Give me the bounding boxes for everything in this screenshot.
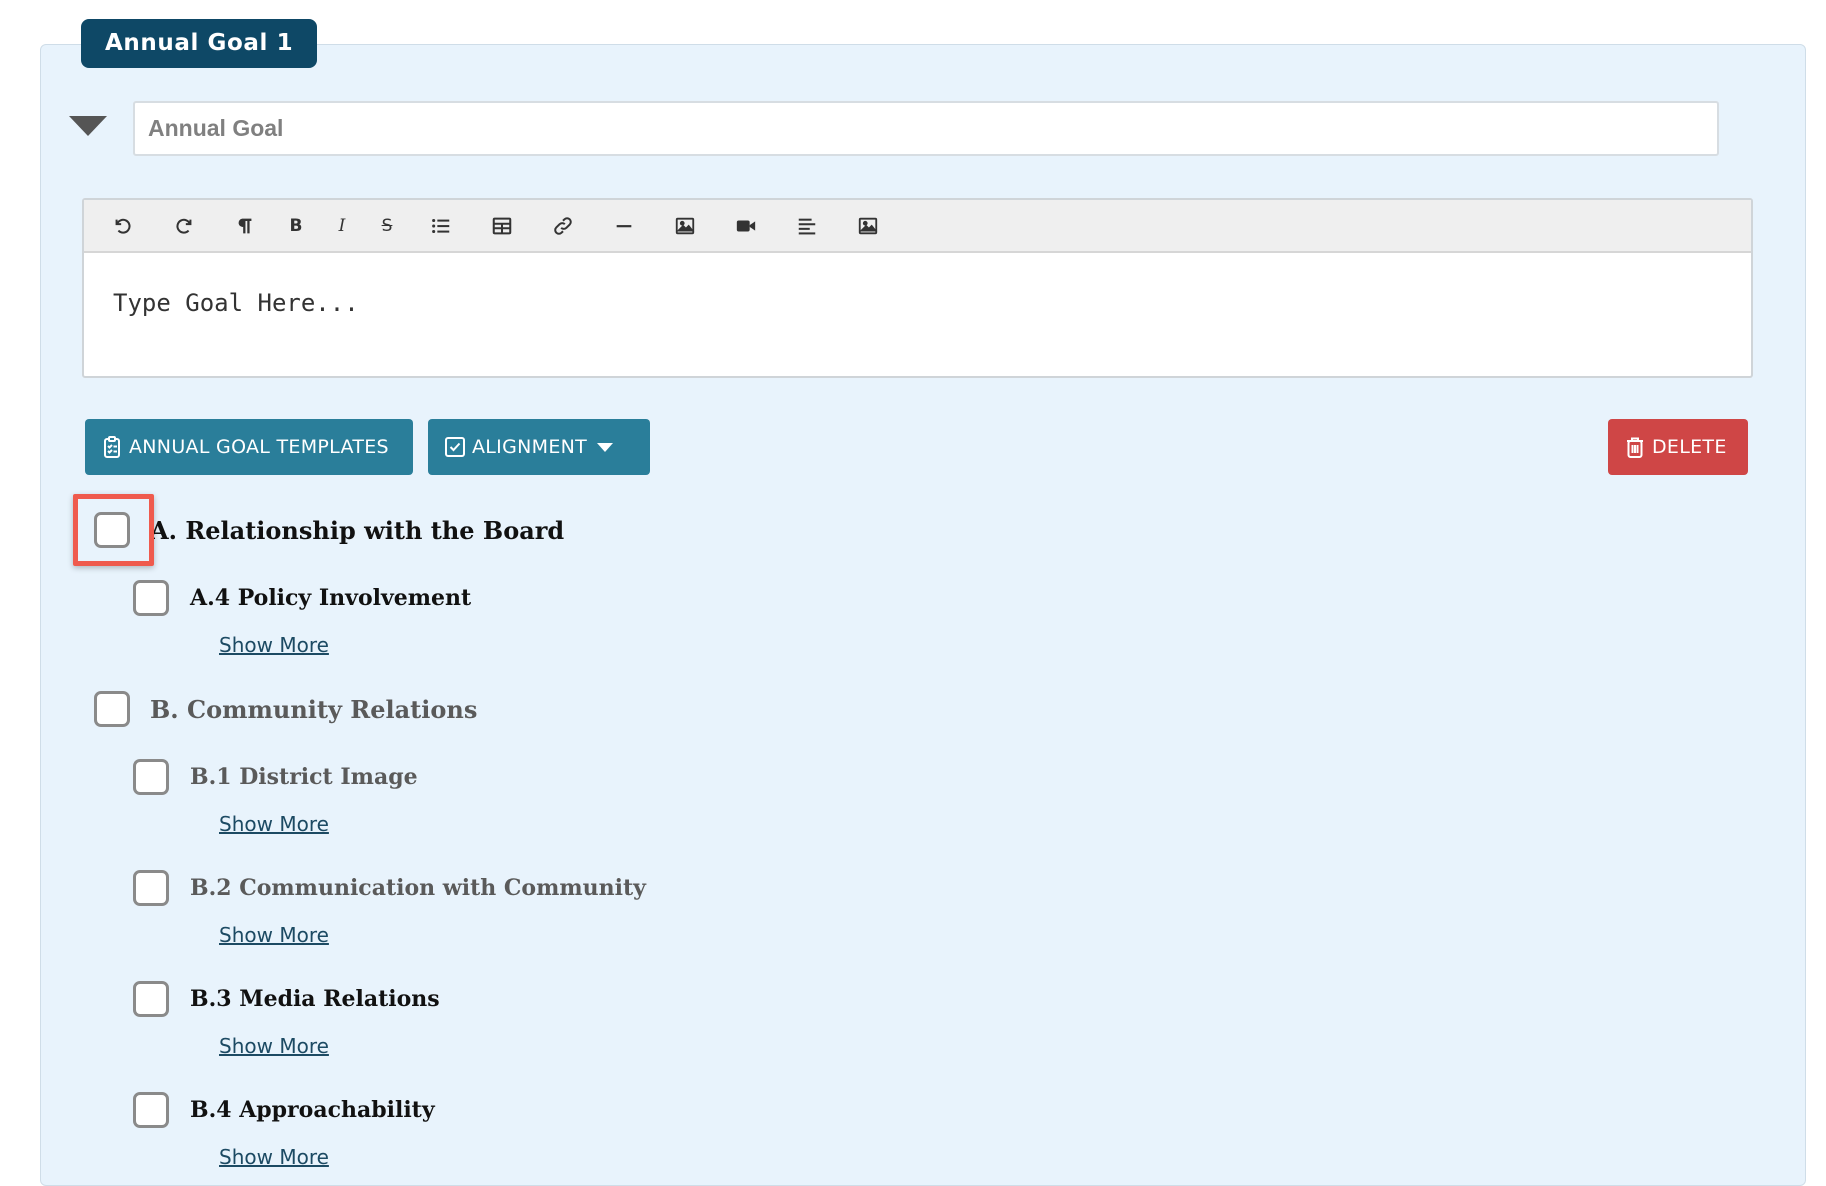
strikethrough-icon[interactable]: S <box>370 209 404 243</box>
trash-icon <box>1627 437 1643 458</box>
alignment-item-label: B.3 Media Relations <box>190 986 440 1012</box>
alignment-item-label: A. Relationship with the Board <box>150 515 565 545</box>
table-icon[interactable] <box>485 209 519 243</box>
alignment-checkbox[interactable] <box>94 512 130 548</box>
alignment-item-b4: B.4 Approachability <box>133 1092 435 1128</box>
annual-goal-title-input[interactable] <box>133 101 1719 156</box>
editor-placeholder: Type Goal Here... <box>113 289 359 317</box>
align-left-icon[interactable] <box>790 209 824 243</box>
alignment-item-label: B.4 Approachability <box>190 1097 435 1123</box>
alignment-item-b2: B.2 Communication with Community <box>133 870 646 906</box>
alignment-checkbox[interactable] <box>133 759 169 795</box>
alignment-checkbox[interactable] <box>133 580 169 616</box>
checkbox-icon <box>445 437 465 457</box>
alignment-checkbox[interactable] <box>133 981 169 1017</box>
alignment-checkbox[interactable] <box>94 691 130 727</box>
show-more-link[interactable]: Show More <box>219 1145 329 1169</box>
alignment-item-label: B.2 Communication with Community <box>190 875 646 901</box>
annual-goal-templates-button[interactable]: ANNUAL GOAL TEMPLATES <box>85 419 413 475</box>
clipboard-list-icon <box>104 436 120 458</box>
alignment-item-b1: B.1 District Image <box>133 759 418 795</box>
alignment-item-b: B. Community Relations <box>94 691 477 727</box>
editor-content-area[interactable]: Type Goal Here... <box>84 253 1751 353</box>
video-icon[interactable] <box>729 209 763 243</box>
alignment-item-label: B.1 District Image <box>190 764 418 790</box>
annual-goal-templates-label: ANNUAL GOAL TEMPLATES <box>129 436 389 458</box>
bold-icon[interactable]: B <box>279 209 313 243</box>
alignment-label: ALIGNMENT <box>472 436 588 458</box>
alignment-checkbox[interactable] <box>133 870 169 906</box>
delete-label: DELETE <box>1652 436 1727 458</box>
alignment-item-a: A. Relationship with the Board <box>94 512 564 548</box>
show-more-link[interactable]: Show More <box>219 812 329 836</box>
link-icon[interactable] <box>546 209 580 243</box>
show-more-link[interactable]: Show More <box>219 633 329 657</box>
editor-toolbar: B I S <box>84 200 1751 253</box>
show-more-link[interactable]: Show More <box>219 923 329 947</box>
bulleted-list-icon[interactable] <box>424 209 458 243</box>
annual-goal-tab: Annual Goal 1 <box>81 19 318 68</box>
image-icon[interactable] <box>851 209 885 243</box>
goal-rich-text-editor: B I S Type Goal Here... <box>82 198 1753 378</box>
alignment-item-b3: B.3 Media Relations <box>133 981 440 1017</box>
alignment-dropdown-button[interactable]: ALIGNMENT <box>428 419 650 475</box>
paragraph-icon[interactable] <box>228 209 262 243</box>
show-more-link[interactable]: Show More <box>219 1034 329 1058</box>
undo-icon[interactable] <box>106 209 140 243</box>
chevron-down-icon <box>597 442 614 452</box>
horizontal-rule-icon[interactable] <box>607 209 641 243</box>
image-icon[interactable] <box>668 209 702 243</box>
redo-icon[interactable] <box>167 209 201 243</box>
delete-button[interactable]: DELETE <box>1608 419 1748 475</box>
italic-icon[interactable]: I <box>325 209 359 243</box>
alignment-item-label: B. Community Relations <box>150 694 478 724</box>
alignment-item-a4: A.4 Policy Involvement <box>133 580 471 616</box>
alignment-checkbox[interactable] <box>133 1092 169 1128</box>
collapse-caret-icon[interactable] <box>69 116 107 136</box>
alignment-item-label: A.4 Policy Involvement <box>190 585 472 611</box>
